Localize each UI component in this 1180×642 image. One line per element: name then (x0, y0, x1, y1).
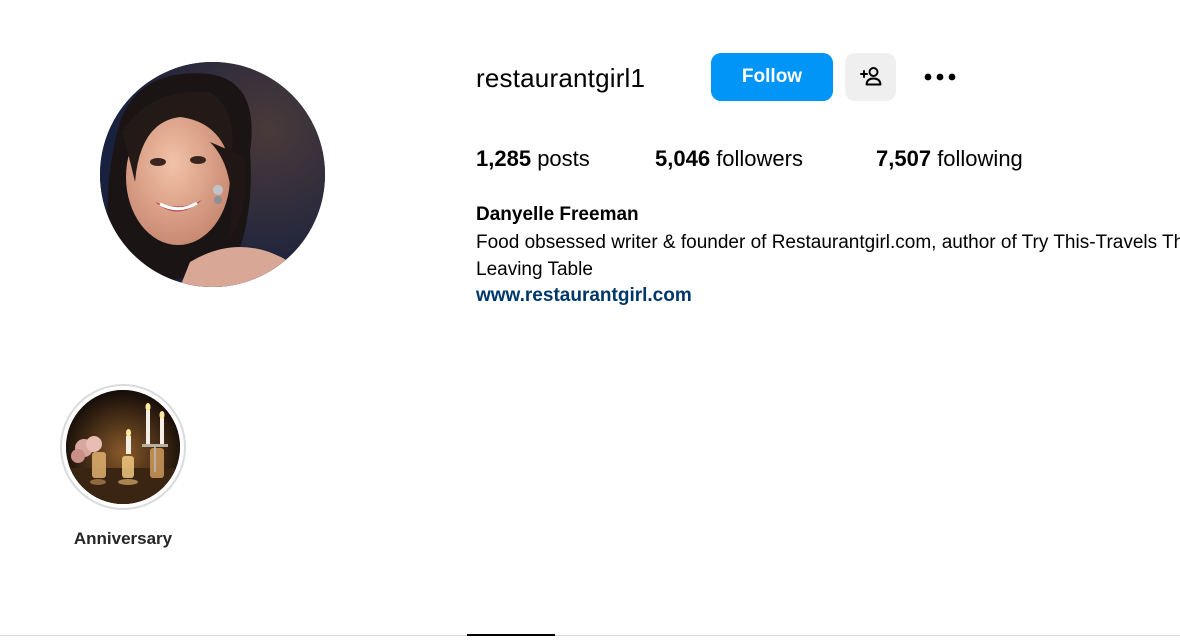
profile-bio: Food obsessed writer & founder of Restau… (476, 229, 1180, 283)
follow-button[interactable]: Follow (711, 53, 833, 101)
followers-count-label: followers (716, 146, 803, 171)
following-count-label: following (937, 146, 1023, 171)
story-highlight-anniversary[interactable]: Anniversary (60, 384, 186, 550)
following-count-value: 7,507 (876, 146, 932, 171)
more-horizontal-icon (923, 70, 957, 85)
active-tab-indicator (467, 634, 555, 636)
followers-count[interactable]: 5,046 followers (655, 144, 803, 174)
posts-count-value: 1,285 (476, 146, 532, 171)
bio-line: Leaving Table (476, 259, 593, 280)
profile-page: restaurantgirl1 Follow 1,285 posts 5,046… (0, 0, 1180, 642)
highlight-cover-image (66, 390, 180, 504)
bio-line: Food obsessed writer & founder of Restau… (476, 232, 1180, 253)
followers-count-value: 5,046 (655, 146, 711, 171)
profile-full-name: Danyelle Freeman (476, 204, 639, 225)
person-plus-icon (859, 64, 883, 91)
profile-username: restaurantgirl1 (476, 63, 646, 93)
profile-avatar[interactable] (100, 62, 325, 287)
posts-count[interactable]: 1,285 posts (476, 144, 590, 174)
posts-count-label: posts (537, 146, 590, 171)
highlight-ring (60, 384, 186, 510)
more-options-button[interactable] (918, 60, 962, 94)
profile-website-link[interactable]: www.restaurantgirl.com (476, 283, 692, 309)
following-count[interactable]: 7,507 following (876, 144, 1023, 174)
tabs-divider (0, 635, 1180, 636)
highlight-label: Anniversary (73, 529, 173, 548)
suggested-accounts-button[interactable] (845, 53, 896, 101)
avatar-photo (100, 62, 325, 287)
